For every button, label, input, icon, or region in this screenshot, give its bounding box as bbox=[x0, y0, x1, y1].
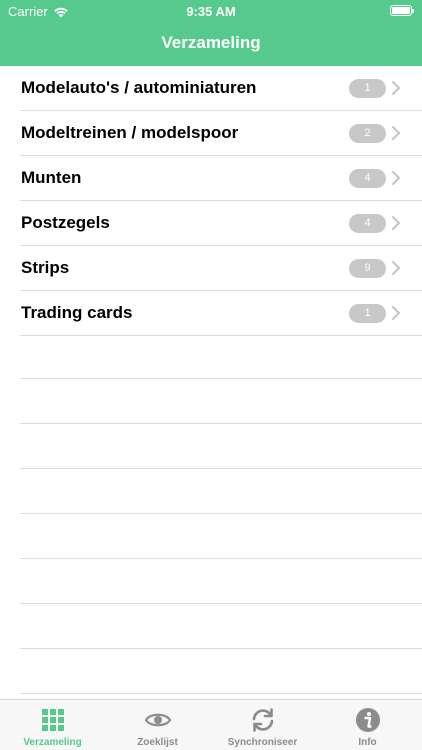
list-item[interactable]: Trading cards 1 bbox=[20, 291, 422, 336]
empty-row bbox=[20, 334, 422, 379]
status-bar: Carrier 9:35 AM bbox=[0, 0, 422, 22]
tab-synchroniseer[interactable]: Synchroniseer bbox=[210, 700, 315, 750]
list-item-label: Trading cards bbox=[21, 303, 133, 322]
tab-info[interactable]: Info bbox=[315, 700, 420, 750]
empty-row bbox=[20, 559, 422, 604]
navigation-header: Carrier 9:35 AM Verzameling bbox=[0, 0, 422, 66]
list-item[interactable]: Postzegels 4 bbox=[20, 201, 422, 246]
chevron-right-icon bbox=[392, 306, 400, 320]
tab-label: Verzameling bbox=[23, 737, 82, 748]
count-badge: 2 bbox=[349, 124, 386, 143]
tab-bar: Verzameling Zoeklijst Synchroniseer Info bbox=[0, 699, 422, 750]
empty-table-area bbox=[20, 334, 422, 694]
chevron-right-icon bbox=[392, 216, 400, 230]
tab-label: Zoeklijst bbox=[137, 737, 178, 748]
tab-label: Info bbox=[358, 737, 377, 748]
battery-icon bbox=[390, 5, 414, 16]
empty-row bbox=[20, 469, 422, 514]
collection-list: Modelauto's / autominiaturen 1 Modeltrei… bbox=[0, 66, 422, 336]
chevron-right-icon bbox=[392, 81, 400, 95]
empty-row bbox=[20, 514, 422, 559]
list-item[interactable]: Strips 9 bbox=[20, 246, 422, 291]
tab-verzameling[interactable]: Verzameling bbox=[0, 700, 105, 750]
list-item[interactable]: Munten 4 bbox=[20, 156, 422, 201]
info-icon bbox=[356, 708, 380, 732]
tab-zoeklijst[interactable]: Zoeklijst bbox=[105, 700, 210, 750]
list-item-label: Munten bbox=[21, 168, 82, 187]
eye-icon bbox=[145, 713, 171, 727]
chevron-right-icon bbox=[392, 261, 400, 275]
empty-row bbox=[20, 604, 422, 649]
count-badge: 4 bbox=[349, 169, 386, 188]
sync-icon bbox=[252, 708, 274, 732]
list-item-label: Modeltreinen / modelspoor bbox=[21, 123, 239, 142]
count-badge: 1 bbox=[349, 79, 386, 98]
clock: 9:35 AM bbox=[186, 4, 236, 19]
empty-row bbox=[20, 379, 422, 424]
count-badge: 1 bbox=[349, 304, 386, 323]
page-title: Verzameling bbox=[161, 33, 261, 52]
list-item-label: Modelauto's / autominiaturen bbox=[21, 78, 257, 97]
tab-label: Synchroniseer bbox=[227, 737, 298, 748]
chevron-right-icon bbox=[392, 126, 400, 140]
grid-icon bbox=[42, 709, 64, 731]
list-item[interactable]: Modeltreinen / modelspoor 2 bbox=[20, 111, 422, 156]
empty-row bbox=[20, 649, 422, 694]
list-item[interactable]: Modelauto's / autominiaturen 1 bbox=[20, 66, 422, 111]
list-item-label: Postzegels bbox=[21, 213, 110, 232]
empty-row bbox=[20, 424, 422, 469]
chevron-right-icon bbox=[392, 171, 400, 185]
list-item-label: Strips bbox=[21, 258, 70, 277]
count-badge: 4 bbox=[349, 214, 386, 233]
count-badge: 9 bbox=[349, 259, 386, 278]
